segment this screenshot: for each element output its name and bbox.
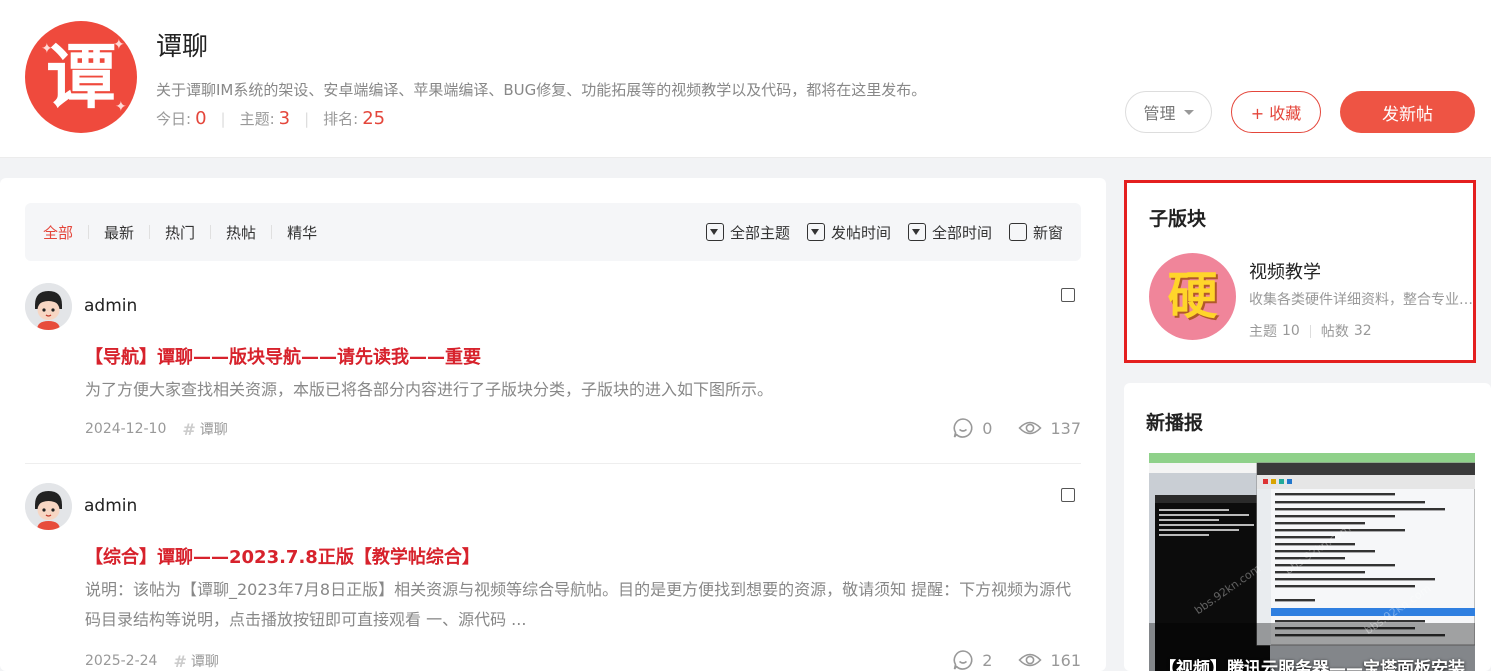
view-count-value: 161 bbox=[1050, 650, 1081, 670]
manage-label: 管理 bbox=[1143, 104, 1176, 123]
view-count-value: 137 bbox=[1050, 418, 1081, 438]
view-count: 161 bbox=[1018, 651, 1081, 670]
forum-header: ✦ ✦ ✦ 谭 谭聊 关于谭聊IM系统的架设、安卓端编译、苹果端编译、BUG修复… bbox=[0, 0, 1491, 158]
thread-select-checkbox[interactable] bbox=[1061, 288, 1075, 302]
favorite-button[interactable]: + 收藏 bbox=[1231, 91, 1321, 133]
subforum-posts-value: 32 bbox=[1353, 323, 1372, 339]
news-caption[interactable]: 【视频】腾讯云服务器——宝塔面板安装 bbox=[1159, 654, 1465, 671]
thread-filters: 全部主题 发帖时间 全部时间 新窗 bbox=[705, 203, 1063, 261]
topic-filter-label: 全部主题 bbox=[729, 223, 790, 242]
time-filter-dropdown[interactable]: 全部时间 bbox=[907, 222, 992, 243]
news-screenshot-image bbox=[1149, 453, 1475, 671]
thread-summary: 说明：该帖为【谭聊_2023年7月8日正版】相关资源与视频等综合导航帖。目的是更… bbox=[85, 580, 1072, 629]
forum-logo-char: 谭 bbox=[46, 36, 116, 118]
avatar[interactable] bbox=[25, 283, 72, 330]
news-title: 新播报 bbox=[1146, 412, 1204, 434]
rank-label: 排名: bbox=[323, 110, 359, 128]
tab-divider bbox=[271, 225, 273, 239]
hash-icon: # bbox=[182, 419, 196, 439]
subforum-logo-char: 硬 bbox=[1167, 267, 1218, 325]
time-filter-label: 全部时间 bbox=[931, 223, 992, 242]
forum-title: 谭聊 bbox=[156, 32, 209, 62]
new-window-checkbox[interactable]: 新窗 bbox=[1008, 222, 1063, 243]
subforums-panel: 子版块 硬 视频教学 收集各类硬件详细资料，整合专业知识 主题 10 帖数 32 bbox=[1124, 180, 1476, 363]
reply-count: 2 bbox=[952, 649, 992, 671]
thread-select-checkbox[interactable] bbox=[1061, 488, 1075, 502]
thread-list-panel: 全部 最新 热门 热帖 精华 全部主题 发帖时间 全部时间 新窗 admin 【… bbox=[0, 178, 1106, 671]
today-value: 0 bbox=[195, 108, 207, 129]
eye-icon bbox=[1018, 421, 1043, 435]
dropdown-icon bbox=[907, 223, 926, 241]
tab-popular[interactable]: 热门 bbox=[165, 222, 195, 243]
dropdown-icon bbox=[806, 223, 825, 241]
rank-value: 25 bbox=[362, 108, 386, 129]
thread-tag-label: 谭聊 bbox=[190, 654, 219, 670]
tab-all[interactable]: 全部 bbox=[43, 222, 73, 243]
forum-logo: ✦ ✦ ✦ 谭 bbox=[25, 21, 137, 133]
tab-divider bbox=[149, 225, 151, 239]
reply-count-value: 2 bbox=[982, 650, 993, 670]
subforum-logo[interactable]: 硬 bbox=[1149, 253, 1236, 340]
thread-tag[interactable]: # 谭聊 bbox=[182, 419, 227, 439]
tab-hot[interactable]: 热帖 bbox=[226, 222, 256, 243]
hash-icon: # bbox=[173, 651, 187, 671]
thread-meta: 2025-2-24 # 谭聊 bbox=[85, 651, 219, 671]
new-window-label: 新窗 bbox=[1032, 223, 1063, 242]
tab-digest[interactable]: 精华 bbox=[287, 222, 317, 243]
thread-tag-label: 谭聊 bbox=[199, 422, 228, 438]
thread-author[interactable]: admin bbox=[84, 496, 137, 516]
thread-meta: 2024-12-10 # 谭聊 bbox=[85, 419, 228, 439]
thread-summary: 为了方便大家查找相关资源，本版已将各部分内容进行了子版块分类，子版块的进入如下图… bbox=[85, 380, 774, 399]
thread-title[interactable]: 【导航】谭聊——版块导航——请先读我——重要 bbox=[85, 343, 481, 369]
tab-divider bbox=[88, 225, 90, 239]
tab-latest[interactable]: 最新 bbox=[104, 222, 134, 243]
checkbox-icon bbox=[1008, 223, 1027, 241]
eye-icon bbox=[1018, 653, 1043, 667]
thread-item: admin 【综合】谭聊——2023.7.8正版【教学帖综合】 说明：该帖为【谭… bbox=[25, 483, 1081, 671]
subforum-description: 收集各类硬件详细资料，整合专业知识 bbox=[1249, 292, 1474, 308]
subforum-name[interactable]: 视频教学 bbox=[1249, 258, 1321, 284]
tab-divider bbox=[210, 225, 212, 239]
forum-description: 关于谭聊IM系统的架设、安卓端编译、苹果端编译、BUG修复、功能拓展等的视频教学… bbox=[156, 81, 927, 99]
subforums-title: 子版块 bbox=[1149, 208, 1207, 230]
thread-counts: 2 161 bbox=[934, 649, 1081, 671]
thread-author[interactable]: admin bbox=[84, 296, 137, 316]
news-panel: 新播报 bbs.92kn.com bbs.92kn.com bbs.92kn.c… bbox=[1124, 383, 1491, 671]
comment-icon bbox=[953, 650, 973, 670]
subforum-posts-label: 帖数 bbox=[1320, 324, 1349, 340]
sort-filter-label: 发帖时间 bbox=[830, 223, 891, 242]
filter-bar: 全部 最新 热门 热帖 精华 全部主题 发帖时间 全部时间 新窗 bbox=[25, 203, 1081, 261]
thread-date: 2024-12-10 bbox=[85, 421, 167, 437]
topics-label: 主题: bbox=[239, 110, 275, 128]
manage-button[interactable]: 管理 bbox=[1125, 91, 1212, 133]
news-thumbnail[interactable]: bbs.92kn.com bbs.92kn.com bbs.92kn.com 【… bbox=[1149, 453, 1475, 671]
new-post-button[interactable]: 发新帖 bbox=[1340, 91, 1475, 133]
topic-filter-dropdown[interactable]: 全部主题 bbox=[705, 222, 790, 243]
topics-value: 3 bbox=[278, 108, 291, 129]
reply-count-value: 0 bbox=[982, 418, 993, 438]
caret-down-icon bbox=[1183, 109, 1194, 115]
thread-tabs: 全部 最新 热门 热帖 精华 bbox=[43, 203, 317, 261]
view-count: 137 bbox=[1018, 419, 1081, 438]
thread-counts: 0 137 bbox=[934, 417, 1081, 439]
dropdown-icon bbox=[705, 223, 724, 241]
subforum-stats: 主题 10 帖数 32 bbox=[1249, 321, 1372, 341]
thread-tag[interactable]: # 谭聊 bbox=[173, 651, 218, 671]
stats-divider: | bbox=[304, 109, 310, 128]
today-label: 今日: bbox=[156, 110, 192, 128]
thread-item: admin 【导航】谭聊——版块导航——请先读我——重要 为了方便大家查找相关资… bbox=[25, 283, 1081, 464]
subforum-topics-label: 主题 bbox=[1249, 324, 1277, 340]
reply-count: 0 bbox=[952, 417, 992, 439]
forum-stats: 今日: 0 | 主题: 3 | 排名: 25 bbox=[156, 108, 385, 129]
stats-divider bbox=[1309, 324, 1311, 338]
comment-icon bbox=[953, 418, 973, 438]
thread-title[interactable]: 【综合】谭聊——2023.7.8正版【教学帖综合】 bbox=[85, 543, 480, 569]
sort-filter-dropdown[interactable]: 发帖时间 bbox=[806, 222, 891, 243]
subforum-topics-value: 10 bbox=[1282, 323, 1300, 339]
avatar[interactable] bbox=[25, 483, 72, 530]
stats-divider: | bbox=[220, 109, 226, 128]
thread-date: 2025-2-24 bbox=[85, 653, 158, 669]
